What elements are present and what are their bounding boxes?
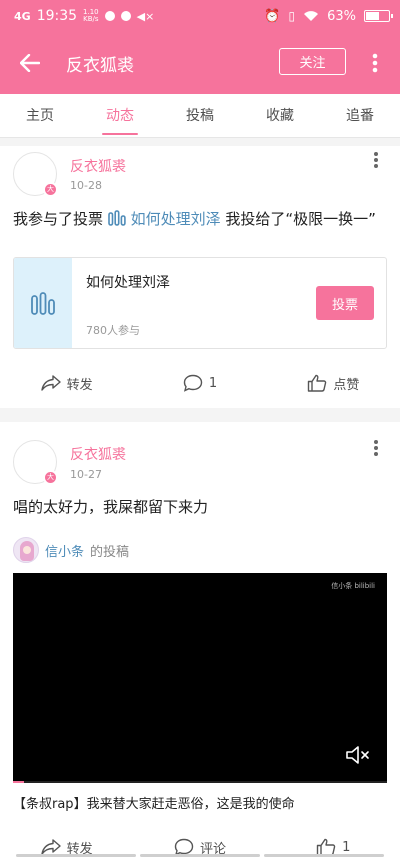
- post-date: 10-27: [70, 468, 102, 481]
- tab-home[interactable]: 主页: [0, 94, 80, 137]
- like-label: 点赞: [333, 377, 360, 393]
- thumbs-up-icon: [308, 374, 327, 392]
- uploader-avatar[interactable]: [13, 537, 39, 563]
- tab-submissions[interactable]: 投稿: [160, 94, 240, 137]
- profile-tabs: 主页 动态 投稿 收藏 追番: [0, 94, 400, 138]
- vote-card-icon-area: [14, 258, 72, 348]
- member-badge: 大: [43, 470, 58, 485]
- share-arrow-icon: [40, 375, 61, 391]
- author-name[interactable]: 反衣狐裘: [70, 156, 126, 176]
- like-button[interactable]: 点赞: [267, 368, 400, 398]
- video-progress[interactable]: [13, 781, 387, 783]
- post-text-prefix: 我参与了投票: [13, 210, 104, 228]
- repost-suffix: 的投稿: [90, 544, 130, 560]
- repost-label: 转发: [66, 377, 93, 393]
- tab-bangumi[interactable]: 追番: [320, 94, 400, 137]
- post-date: 10-28: [70, 179, 102, 192]
- post-actions: 转发 1 点赞: [0, 368, 400, 398]
- member-badge: 大: [43, 182, 58, 197]
- video-player[interactable]: 信小条 bilibili: [13, 573, 387, 783]
- post-text-suffix: 我投给了“极限一换一”: [225, 210, 376, 228]
- vote-title: 如何处理刘泽: [86, 275, 170, 291]
- more-vertical-icon: [374, 440, 378, 456]
- vote-icon: [31, 292, 55, 315]
- vote-participants: 780人参与: [86, 324, 140, 337]
- avatar[interactable]: 大: [13, 152, 58, 197]
- network-speed-unit: KB/s: [83, 15, 99, 23]
- follow-button[interactable]: 关注: [279, 48, 346, 75]
- repost-button[interactable]: 转发: [0, 368, 133, 398]
- alarm-icon: ⏰: [264, 8, 281, 24]
- vote-link[interactable]: 如何处理刘泽: [131, 210, 221, 228]
- notification-icon: [104, 11, 115, 21]
- vote-button[interactable]: 投票: [316, 286, 374, 320]
- more-vertical-icon: [374, 152, 378, 168]
- avatar[interactable]: 大: [13, 440, 58, 485]
- vote-icon: [107, 210, 126, 226]
- wifi-icon: [304, 11, 319, 21]
- speaker-muted-icon: [346, 746, 369, 764]
- status-bar: 4G 19:35 1.10 KB/s ◀× ⏰ ▯ 63%: [0, 0, 400, 32]
- post-more-button[interactable]: [366, 148, 386, 172]
- comment-icon: [183, 374, 203, 392]
- comment-button[interactable]: 1: [133, 368, 266, 398]
- post-text: 我参与了投票 如何处理刘泽 我投给了“极限一换一”: [13, 207, 388, 232]
- like-count: 1: [342, 839, 351, 855]
- tab-favorites[interactable]: 收藏: [240, 94, 320, 137]
- post-text: 唱的太好力，我屎都留下来力: [13, 498, 209, 516]
- video-title[interactable]: 【条叔rap】我来替大家赶走恶俗，这是我的使命: [13, 793, 295, 812]
- battery-icon: [364, 10, 393, 22]
- tab-dynamics[interactable]: 动态: [80, 94, 160, 137]
- battery-percent: 63%: [327, 8, 356, 24]
- network-speed: 1.10 KB/s: [83, 9, 99, 23]
- network-label: 4G: [14, 9, 31, 23]
- vote-card[interactable]: 如何处理刘泽 780人参与 投票: [13, 257, 387, 349]
- app-bar: 反衣狐裘 关注: [0, 32, 400, 94]
- author-name[interactable]: 反衣狐裘: [70, 444, 126, 464]
- post-more-button[interactable]: [366, 436, 386, 460]
- feed-post: 大 反衣狐裘 10-27 唱的太好力，我屎都留下来力 信小条 的投稿 信小条 b…: [0, 422, 400, 858]
- back-button[interactable]: [0, 32, 60, 94]
- repost-source[interactable]: 信小条 的投稿: [13, 537, 129, 563]
- uploader-name[interactable]: 信小条: [45, 541, 84, 560]
- feed-post: 大 反衣狐裘 10-28 我参与了投票 如何处理刘泽 我投给了“极限一换一” 如…: [0, 146, 400, 408]
- more-options-button[interactable]: [360, 46, 390, 80]
- mute-button[interactable]: [345, 745, 371, 769]
- scroll-indicator: [0, 854, 400, 858]
- page-title: 反衣狐裘: [66, 55, 134, 76]
- more-vertical-icon: [372, 53, 378, 73]
- vibrate-icon: ▯: [288, 9, 296, 23]
- share-arrow-icon: [40, 839, 61, 855]
- clock: 19:35: [36, 8, 78, 24]
- arrow-left-icon: [20, 54, 40, 72]
- comment-count: 1: [208, 375, 218, 391]
- video-watermark: 信小条 bilibili: [331, 582, 375, 590]
- message-icon: [120, 11, 131, 21]
- mute-status-icon: ◀×: [136, 9, 155, 23]
